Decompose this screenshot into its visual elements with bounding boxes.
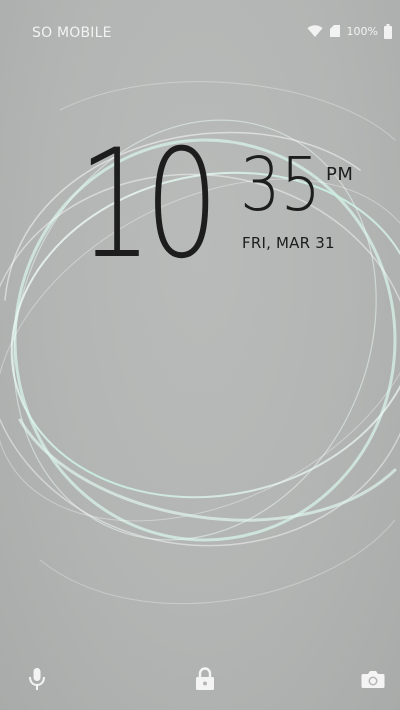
clock-minutes: 35 <box>240 142 321 228</box>
clock-widget: 10 35 PM FRI, MAR 31 <box>78 130 398 280</box>
status-icons: 100% <box>307 24 392 39</box>
clock-ampm: PM <box>326 164 354 185</box>
voice-assistant-button[interactable] <box>22 666 52 696</box>
clock-hours: 10 <box>78 118 219 292</box>
lock-icon <box>195 667 215 695</box>
signal-icon <box>329 25 341 38</box>
carrier-name: SO MOBILE <box>32 25 112 41</box>
camera-icon <box>361 669 385 693</box>
status-bar: SO MOBILE 100% <box>0 0 400 41</box>
lock-screen: SO MOBILE 100% 10 35 PM FRI, MAR 31 <box>0 0 400 710</box>
wifi-icon <box>307 25 323 38</box>
wallpaper <box>0 81 400 605</box>
battery-percent: 100% <box>346 25 378 38</box>
lockscreen-shortcuts <box>0 650 400 710</box>
battery-icon <box>384 24 392 39</box>
clock-date: FRI, MAR 31 <box>242 234 335 252</box>
camera-button[interactable] <box>358 666 388 696</box>
unlock-button[interactable] <box>190 666 220 696</box>
microphone-icon <box>28 667 46 695</box>
